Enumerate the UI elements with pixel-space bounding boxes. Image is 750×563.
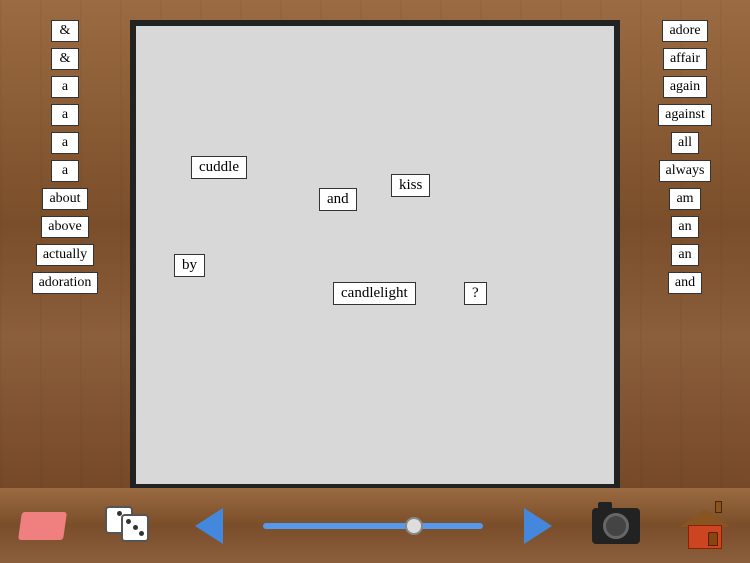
tile-about[interactable]: about [42, 188, 87, 210]
tile-adore[interactable]: adore [662, 20, 707, 42]
house-body-icon [688, 525, 722, 549]
tile-a3[interactable]: a [51, 132, 79, 154]
eraser-button[interactable] [20, 512, 65, 540]
dice-button[interactable] [105, 506, 155, 546]
canvas-word-cuddle[interactable]: cuddle [191, 156, 247, 179]
slider-thumb[interactable] [405, 517, 423, 535]
tile-amp2[interactable]: & [51, 48, 79, 70]
tile-a4[interactable]: a [51, 160, 79, 182]
door-icon [708, 532, 718, 546]
tile-an2[interactable]: an [671, 244, 699, 266]
tile-and[interactable]: and [668, 272, 702, 294]
tile-again[interactable]: again [663, 76, 707, 98]
tile-affair[interactable]: affair [663, 48, 707, 70]
tile-a1[interactable]: a [51, 76, 79, 98]
slider-container [263, 523, 483, 529]
die2-icon [121, 514, 149, 542]
bottom-toolbar [0, 488, 750, 563]
tile-against[interactable]: against [658, 104, 712, 126]
tile-all[interactable]: all [671, 132, 699, 154]
tile-amp1[interactable]: & [51, 20, 79, 42]
home-button[interactable] [680, 501, 730, 551]
main-canvas[interactable]: cuddle and kiss by candlelight ? [130, 20, 620, 490]
tile-above[interactable]: above [41, 216, 88, 238]
camera-button[interactable] [592, 508, 640, 544]
arrow-left-button[interactable] [195, 508, 223, 544]
canvas-word-by[interactable]: by [174, 254, 205, 277]
eraser-icon [18, 512, 67, 540]
canvas-word-question[interactable]: ? [464, 282, 487, 305]
slider-track[interactable] [263, 523, 483, 529]
tile-am[interactable]: am [669, 188, 700, 210]
canvas-word-candlelight[interactable]: candlelight [333, 282, 416, 305]
canvas-word-and[interactable]: and [319, 188, 357, 211]
canvas-word-kiss[interactable]: kiss [391, 174, 430, 197]
arrow-right-button[interactable] [524, 508, 552, 544]
tile-adoration[interactable]: adoration [32, 272, 99, 294]
tile-always[interactable]: always [659, 160, 712, 182]
canvas-words-container: cuddle and kiss by candlelight ? [136, 26, 614, 484]
tile-an1[interactable]: an [671, 216, 699, 238]
tile-a2[interactable]: a [51, 104, 79, 126]
right-sidebar: adore affair again against all always am… [630, 20, 740, 294]
tile-actually[interactable]: actually [36, 244, 94, 266]
left-sidebar: & & a a a a about above actually adorati… [10, 20, 120, 294]
camera-bump-icon [598, 502, 612, 510]
